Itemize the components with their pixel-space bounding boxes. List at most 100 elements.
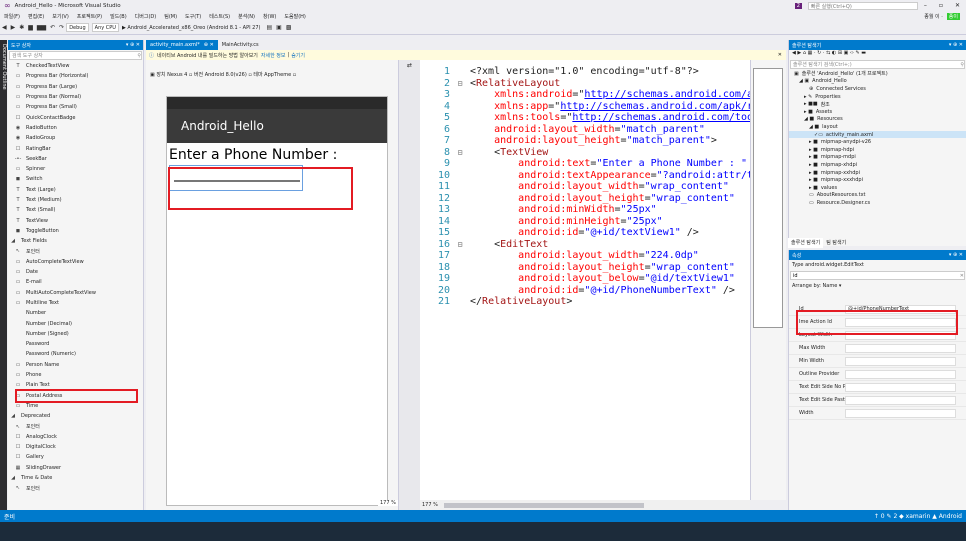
- code-line[interactable]: 11 android:layout_width="wrap_content": [420, 181, 729, 193]
- solution-tree-item[interactable]: ▸ ■ Assets: [789, 108, 966, 116]
- close-button[interactable]: ✕: [949, 2, 966, 9]
- menu-item[interactable]: 창(W): [259, 13, 280, 20]
- toolbox-item[interactable]: ◼ Switch: [8, 174, 143, 184]
- code-line[interactable]: 3 xmlns:android="http://schemas.android.…: [420, 89, 750, 101]
- code-line[interactable]: 7 android:layout_height="match_parent">: [420, 135, 717, 147]
- code-line[interactable]: 17 android:layout_width="224.0dp": [420, 250, 699, 262]
- property-value[interactable]: [845, 382, 956, 392]
- toolbox-item[interactable]: ◉ RadioGroup: [8, 133, 143, 143]
- solution-tree-item[interactable]: ▸ ■ values: [789, 184, 966, 192]
- solution-tab[interactable]: 솔루션 탐색기: [788, 238, 824, 248]
- toolbox-item[interactable]: T Text (Large): [8, 185, 143, 195]
- toolbox-item[interactable]: ▭ E-mail: [8, 277, 143, 287]
- solution-tree-item[interactable]: ✓▭ activity_main.axml: [789, 130, 966, 139]
- solution-tab[interactable]: 팀 탐색기: [823, 238, 849, 248]
- undo-icon[interactable]: ↶: [48, 24, 57, 31]
- properties-arrange[interactable]: Arrange by: Name ▾: [789, 281, 966, 291]
- toolbox-item[interactable]: T CheckedTextView: [8, 61, 143, 71]
- solution-tree-item[interactable]: ▸ ■ mipmap-mdpi: [789, 154, 966, 162]
- menu-item[interactable]: 빌드(B): [106, 13, 131, 20]
- info-close-icon[interactable]: ✕: [778, 52, 782, 58]
- menu-item[interactable]: 파일(F): [0, 13, 24, 20]
- forward-icon[interactable]: ▶: [9, 24, 18, 31]
- toolbox-item[interactable]: -•- SeekBar: [8, 154, 143, 164]
- code-line[interactable]: 20 android:id="@+id/PhoneNumberText" />: [420, 285, 735, 297]
- property-row[interactable]: Text Edit Side No P...: [789, 381, 966, 394]
- solution-tree-item[interactable]: ▸ ■ mipmap-xxhdpi: [789, 169, 966, 177]
- code-line[interactable]: 15 android:id="@+id/textView1" />: [420, 227, 699, 239]
- property-value[interactable]: [845, 369, 956, 379]
- menu-item[interactable]: 도움말(H): [280, 13, 309, 20]
- tab-close-icon[interactable]: ⊕ ✕: [204, 42, 214, 48]
- menu-item[interactable]: 보기(V): [48, 13, 73, 20]
- editor-zoom[interactable]: 177 %: [422, 502, 438, 508]
- document-tab[interactable]: activity_main.axml* ⊕ ✕: [146, 40, 218, 50]
- code-line[interactable]: 14 android:minHeight="25px": [420, 216, 663, 228]
- menu-item[interactable]: 디버그(D): [131, 13, 161, 20]
- minimize-button[interactable]: –: [918, 2, 933, 9]
- save-icon[interactable]: ▆: [26, 24, 35, 31]
- toolbox-item[interactable]: ◼ ToggleButton: [8, 226, 143, 236]
- solution-tree-item[interactable]: ▭ AboutResources.txt: [789, 192, 966, 200]
- code-line[interactable]: 13 android:minWidth="25px": [420, 204, 657, 216]
- toolbox-item[interactable]: ↖ 포인터: [8, 421, 143, 431]
- editor-horizontal-scrollbar[interactable]: 177 %: [420, 500, 750, 510]
- solution-tree-item[interactable]: ▸ ■ mipmap-anydpi-v26: [789, 138, 966, 146]
- code-line[interactable]: 5 xmlns:tools="http://schemas.android.co…: [420, 112, 750, 124]
- toolbox-item[interactable]: ▭ AutoCompleteTextView: [8, 257, 143, 267]
- toolbox-item[interactable]: ◉ RadioButton: [8, 123, 143, 133]
- property-row[interactable]: Text Edit Side Paste...: [789, 394, 966, 407]
- info-link-hide[interactable]: 숨기기: [291, 52, 305, 59]
- code-line[interactable]: 1 <?xml version="1.0" encoding="utf-8"?>: [420, 66, 699, 78]
- toolbox-item[interactable]: T TextView: [8, 215, 143, 225]
- solution-pin-controls[interactable]: ▾ ⊕ ✕: [949, 42, 963, 48]
- solution-toolbar[interactable]: ◀ ▶ ⌂ ▦ · ↻ · ⇆ ◐ ⊞ ▣ ‹› ✎ ▬: [789, 50, 966, 59]
- textview-phone-label[interactable]: Enter a Phone Number :: [169, 147, 337, 163]
- toolbox-pin-controls[interactable]: ▾ ⊕ ✕: [126, 42, 140, 48]
- status-right[interactable]: ↑ 0 ✎ 2 ◆ xamarin ▲ Android: [874, 513, 962, 520]
- toolbox-item[interactable]: ☐ DigitalClock: [8, 442, 143, 452]
- toolbox-item[interactable]: T Text (Medium): [8, 195, 143, 205]
- solution-tree-item[interactable]: ▭ Resource.Designer.cs: [789, 199, 966, 207]
- toolbox-item[interactable]: ▭ Progress Bar (Small): [8, 102, 143, 112]
- solution-tree-item[interactable]: ◢ ▣ Android_Hello: [789, 78, 966, 86]
- split-divider[interactable]: ⇄: [398, 60, 420, 510]
- properties-filter-input[interactable]: id ✕: [790, 271, 965, 280]
- emulator-icon[interactable]: ▣: [274, 24, 284, 31]
- android-device-icon[interactable]: ▤: [264, 24, 274, 31]
- fold-marker[interactable]: ⊟: [454, 79, 466, 88]
- toolbox-item[interactable]: ▭ Date: [8, 267, 143, 277]
- menu-item[interactable]: 팀(M): [160, 13, 181, 20]
- save-all-icon[interactable]: ▆▆: [35, 24, 48, 31]
- sdk-manager-icon[interactable]: ▩: [284, 24, 294, 31]
- toolbox-search-input[interactable]: 검색 도구 상자 ⚲: [9, 51, 142, 60]
- property-row[interactable]: Outline Provider: [789, 368, 966, 381]
- designer-toolbar[interactable]: ▣ 장치 Nexus 4 ▫ 버전 Android 8.0(v26) ▫ 테마 …: [146, 60, 398, 88]
- toolbox-category[interactable]: ◢ Deprecated: [8, 411, 143, 421]
- property-row[interactable]: Max Width: [789, 342, 966, 355]
- scroll-thumb[interactable]: [443, 502, 644, 508]
- toolbox-item[interactable]: Password: [8, 339, 143, 349]
- solution-tree-item[interactable]: ⊕ Connected Services: [789, 85, 966, 93]
- redo-icon[interactable]: ↷: [57, 24, 66, 31]
- solution-tree-item[interactable]: ◢ ■ Resources: [789, 116, 966, 124]
- toolbox-item[interactable]: ▦ SlidingDrawer: [8, 463, 143, 473]
- toolbox-item[interactable]: ▭ Progress Bar (Normal): [8, 92, 143, 102]
- code-line[interactable]: 2 ⊟ <RelativeLayout: [420, 78, 560, 90]
- notification-badge[interactable]: 2: [794, 2, 802, 9]
- solution-tree-item[interactable]: ▸ ✎ Properties: [789, 93, 966, 101]
- toolbox-category[interactable]: ◢ Text Fields: [8, 236, 143, 246]
- toolbox-item[interactable]: ▭ Progress Bar (Horizontal): [8, 71, 143, 81]
- toolbox-item[interactable]: ▭ Time: [8, 401, 143, 411]
- toolbox-item[interactable]: ▭ Phone: [8, 370, 143, 380]
- code-minimap[interactable]: [750, 60, 786, 500]
- minimap-viewport[interactable]: [753, 68, 783, 328]
- toolbox-item[interactable]: ↖ 포인터: [8, 246, 143, 256]
- property-value[interactable]: [845, 343, 956, 353]
- property-row[interactable]: Width: [789, 407, 966, 420]
- quick-launch-input[interactable]: 빠른 실행(Ctrl+Q): [807, 1, 918, 10]
- account-avatar[interactable]: 종이: [946, 12, 960, 20]
- toolbox-item[interactable]: ↖ 포인터: [8, 483, 143, 493]
- info-link-learn-more[interactable]: 자세한 정보: [261, 52, 286, 59]
- zoom-level[interactable]: 177 %: [378, 500, 398, 506]
